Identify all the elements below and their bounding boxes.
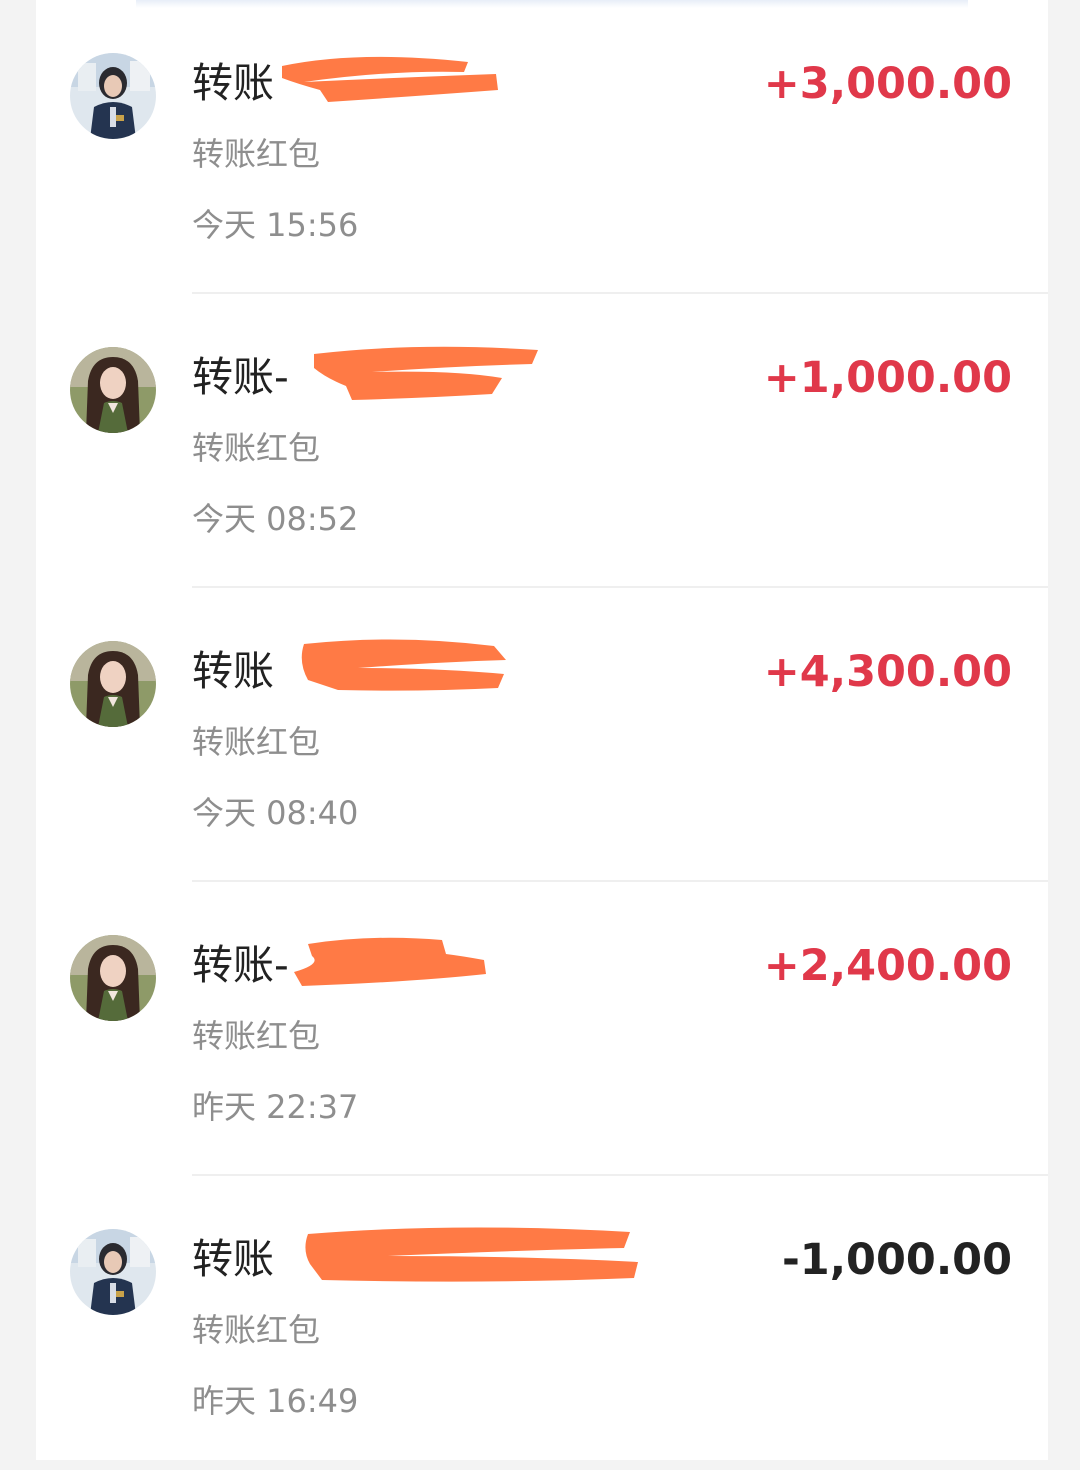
transaction-amount: +3,000.00 bbox=[763, 59, 1012, 109]
transaction-title: 转账 bbox=[192, 647, 274, 695]
transaction-title: 转账 bbox=[192, 59, 274, 107]
avatar-photo-uniform bbox=[70, 1229, 156, 1315]
transaction-amount: +2,400.00 bbox=[763, 941, 1012, 991]
transaction-row[interactable]: 转账- +1,000.00 转账红包 今天 08:52 bbox=[36, 294, 1048, 588]
transaction-title: 转账- bbox=[192, 353, 289, 401]
avatar-photo-woman bbox=[70, 347, 156, 433]
transaction-type: 转账红包 bbox=[192, 1311, 321, 1349]
redaction-scribble bbox=[314, 346, 538, 400]
transaction-row[interactable]: 转账 -1,000.00 转账红包 昨天 16:49 bbox=[36, 1176, 1048, 1470]
redaction-scribble bbox=[305, 1227, 638, 1282]
redaction-scribble bbox=[294, 937, 486, 986]
transaction-type: 转账红包 bbox=[192, 723, 321, 761]
avatar-photo-woman bbox=[70, 935, 156, 1021]
transaction-time: 昨天 22:37 bbox=[192, 1088, 359, 1126]
transaction-row[interactable]: 转账 +4,300.00 转账红包 今天 08:40 bbox=[36, 588, 1048, 882]
transaction-title: 转账 bbox=[192, 1235, 274, 1283]
avatar-photo-woman bbox=[70, 641, 156, 727]
transaction-amount: +4,300.00 bbox=[763, 647, 1012, 697]
transaction-time: 今天 08:52 bbox=[192, 500, 359, 538]
avatar-photo-uniform bbox=[70, 53, 156, 139]
transaction-time: 今天 15:56 bbox=[192, 206, 359, 244]
transaction-amount: +1,000.00 bbox=[763, 353, 1012, 403]
transaction-list-panel: 转账 +3,000.00 转账红包 今天 15:56 转账- +1,000.00… bbox=[36, 0, 1048, 1460]
transaction-row[interactable]: 转账- +2,400.00 转账红包 昨天 22:37 bbox=[36, 882, 1048, 1176]
transaction-time: 今天 08:40 bbox=[192, 794, 359, 832]
transaction-type: 转账红包 bbox=[192, 429, 321, 467]
transaction-row[interactable]: 转账 +3,000.00 转账红包 今天 15:56 bbox=[36, 0, 1048, 294]
transaction-type: 转账红包 bbox=[192, 135, 321, 173]
transaction-amount: -1,000.00 bbox=[781, 1235, 1012, 1285]
redaction-scribble bbox=[282, 56, 498, 102]
transaction-type: 转账红包 bbox=[192, 1017, 321, 1055]
transaction-title: 转账- bbox=[192, 941, 289, 989]
redaction-scribble bbox=[301, 639, 506, 691]
transaction-time: 昨天 16:49 bbox=[192, 1382, 359, 1420]
